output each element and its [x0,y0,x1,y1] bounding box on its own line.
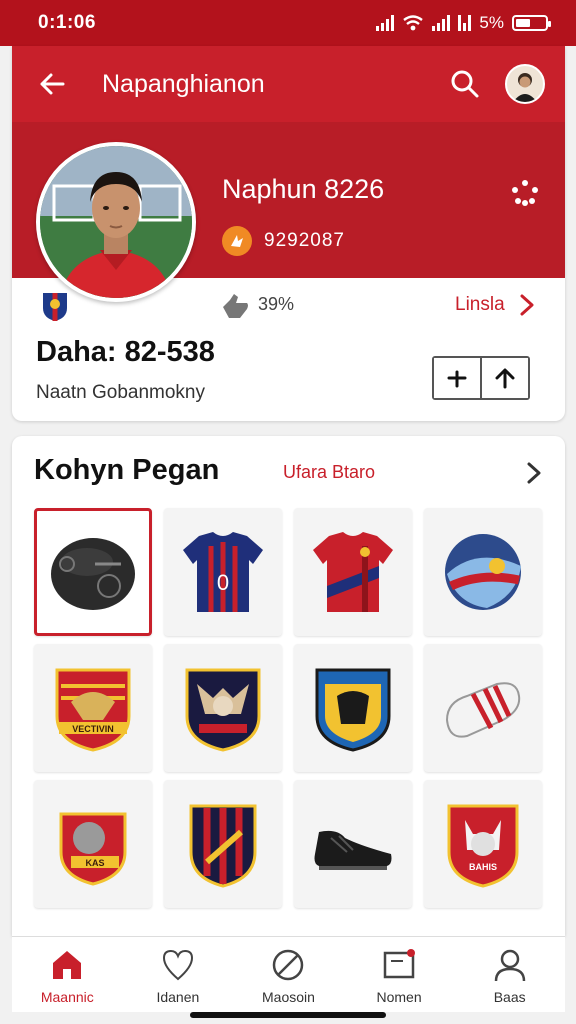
striped-crest-icon [189,804,257,888]
cleat-icon [314,830,392,870]
home-indicator[interactable] [190,1012,386,1018]
heart-icon [162,949,193,981]
fox-crest-icon [185,668,261,752]
jersey-number: 0 [217,570,229,595]
plus-icon [447,370,467,388]
collection-link[interactable]: Ufara Btaro [283,462,375,483]
upload-button[interactable] [480,358,528,398]
more-dots-icon [512,180,538,206]
cleat-item[interactable] [294,780,412,908]
fox-badge-item[interactable] [164,644,282,772]
nav-label: Idanen [156,989,200,1005]
battery-level [516,19,530,27]
ball-icon [51,538,135,610]
blue-crest-icon [315,668,391,752]
player-photo[interactable] [36,142,196,302]
striped-crest-item[interactable] [164,780,282,908]
status-icons: 5% [376,13,551,33]
blue-crest-item[interactable] [294,644,412,772]
search-icon [451,70,479,98]
data-signal-icon [458,15,472,31]
player-data: Daha: 82-538 [36,336,215,368]
boot-accessory-item[interactable] [424,644,542,772]
nav-item-home[interactable]: Maannic [12,937,123,1012]
nav-label: Baas [493,989,526,1005]
add-button[interactable] [434,358,480,398]
jersey-icon [313,532,393,612]
crest-banner-text: KAS [85,858,104,868]
arrow-left-icon [40,73,65,95]
red-jersey-item[interactable] [294,508,412,636]
player-subtitle: Naatn Gobanmokny [36,382,205,403]
jersey-icon: 0 [183,532,263,612]
action-button-group [432,356,530,400]
collection-card: Kohyn Pegan Ufara Btaro 0 VECTIVIN KAS B… [12,436,565,936]
cell-signal-2-icon [432,15,451,31]
status-bar: 0:1:06 5% [0,0,576,46]
flame-icon [231,235,243,247]
nav-item-matches[interactable]: Maosoin [233,937,344,1012]
nav-label: Maannic [40,989,94,1005]
bottom-navigation: Maannic Idanen Maosoin Nomen Baas [12,936,565,1012]
black-ball-item[interactable] [34,508,152,636]
battery-icon [512,15,551,31]
fist-crest-icon: KAS [59,812,127,886]
more-button[interactable] [510,178,540,208]
wolf-crest-icon: BAHIS [447,804,519,888]
thumbs-up-icon [223,294,248,318]
eagle-badge-item[interactable]: VECTIVIN [34,644,152,772]
blue-jersey-item[interactable]: 0 [164,508,282,636]
eagle-crest-icon: VECTIVIN [55,668,131,752]
app-title: Napanghianon [102,69,265,98]
user-avatar-button[interactable] [505,64,545,104]
player-portrait [40,146,192,298]
arrow-up-icon [495,368,515,389]
fist-crest-item[interactable]: KAS [34,780,152,908]
profile-card: Napanghianon Naphun 8226 9292087 39% Lin… [12,46,565,421]
app-bar: Napanghianon [12,46,565,122]
nav-label: Maosoin [262,989,315,1005]
crest-banner-text: VECTIVIN [72,724,114,734]
crest-banner-text: BAHIS [469,862,497,872]
club-badge-icon [43,293,67,321]
cell-signal-icon [376,15,395,31]
football-icon [445,534,521,610]
notification-icon [383,949,416,979]
profile-icon [494,949,525,982]
back-button[interactable] [34,66,70,102]
battery-percent: 5% [479,13,504,32]
like-percent: 39% [258,294,295,314]
wolf-crest-item[interactable]: BAHIS [424,780,542,908]
nav-item-notifications[interactable]: Nomen [344,937,455,1012]
coin-icon [222,226,252,256]
nav-item-favorites[interactable]: Idanen [123,937,234,1012]
collection-title: Kohyn Pegan [34,454,220,486]
search-button[interactable] [447,66,483,102]
football-item[interactable] [424,508,542,636]
player-name: Naphun 8226 [222,174,385,204]
nav-item-profile[interactable]: Baas [454,937,565,1012]
info-link[interactable]: Linsla [455,294,505,316]
home-icon [53,951,82,979]
shin-guard-icon [445,682,521,738]
status-time: 0:1:06 [38,12,96,33]
nav-label: Nomen [376,989,422,1005]
collection-grid: 0 VECTIVIN KAS BAHIS [34,508,544,908]
chevron-right-icon[interactable] [517,293,537,317]
coin-balance: 9292087 [264,230,345,251]
wifi-icon [403,15,424,31]
no-entry-icon [273,949,304,981]
chevron-right-icon[interactable] [524,460,544,486]
avatar [513,73,537,102]
